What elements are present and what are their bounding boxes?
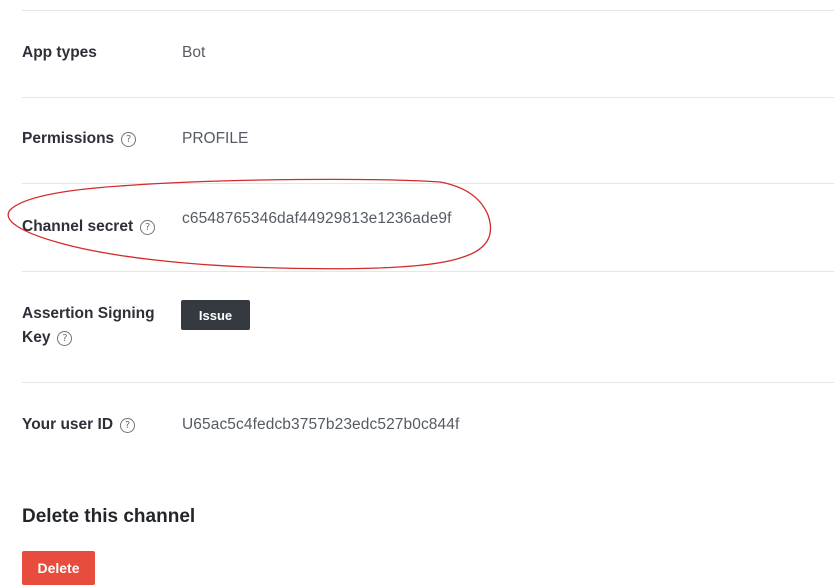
- app-types-label: App types: [22, 44, 97, 61]
- row-divider: [22, 183, 834, 184]
- channel-secret-row: Channel secret? c6548765346daf44929813e1…: [22, 206, 834, 246]
- channel-secret-label-wrap: Channel secret?: [22, 215, 156, 239]
- user-id-row: Your user ID? U65ac5c4fedcb3757b23edc527…: [22, 413, 834, 437]
- row-divider: [22, 382, 834, 383]
- delete-section-title: Delete this channel: [22, 506, 196, 527]
- user-id-label-wrap: Your user ID?: [22, 413, 136, 437]
- assertion-signing-key-row: Assertion Signing Key? Issue: [22, 300, 834, 352]
- help-icon[interactable]: ?: [140, 220, 156, 235]
- permissions-row: Permissions? PROFILE: [22, 127, 834, 151]
- permissions-label: Permissions: [22, 130, 115, 147]
- help-icon[interactable]: ?: [120, 418, 136, 433]
- issue-button[interactable]: Issue: [181, 300, 250, 330]
- row-divider: [22, 97, 834, 98]
- channel-secret-label: Channel secret: [22, 218, 134, 235]
- help-icon[interactable]: ?: [121, 132, 137, 147]
- channel-secret-value[interactable]: c6548765346daf44929813e1236ade9f: [182, 207, 452, 231]
- annotation-circle: [7, 178, 492, 270]
- assertion-signing-key-label-line2: Key: [22, 329, 51, 346]
- permissions-value: PROFILE: [182, 130, 249, 147]
- help-icon[interactable]: ?: [57, 331, 73, 346]
- assertion-signing-key-label-line1: Assertion Signing: [22, 305, 155, 322]
- app-types-row: App types Bot: [22, 41, 834, 65]
- user-id-value[interactable]: U65ac5c4fedcb3757b23edc527b0c844f: [182, 413, 459, 437]
- user-id-label: Your user ID: [22, 416, 114, 433]
- permissions-label-wrap: Permissions?: [22, 127, 137, 151]
- assertion-signing-key-label-line2-wrap: Key?: [22, 326, 73, 350]
- top-divider: [22, 10, 834, 11]
- app-types-value: Bot: [182, 44, 206, 61]
- delete-button[interactable]: Delete: [22, 551, 95, 585]
- row-divider: [22, 271, 834, 272]
